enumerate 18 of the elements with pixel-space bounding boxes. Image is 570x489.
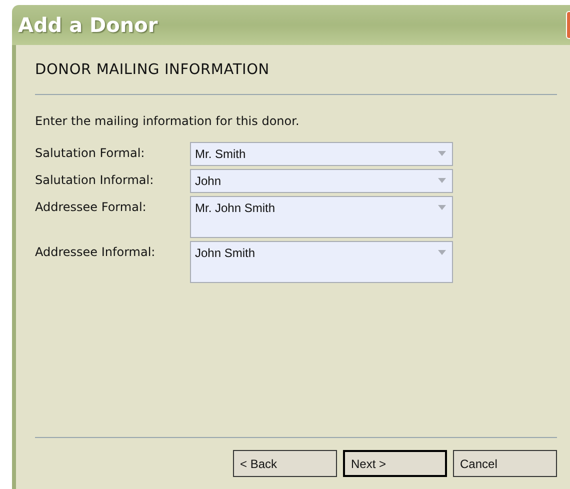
- dialog-button[interactable]: Cancel: [453, 450, 557, 477]
- field-label: Addressee Informal:: [35, 245, 156, 259]
- dropdown-arrow-icon: [438, 250, 446, 255]
- field-label: Salutation Formal:: [35, 146, 146, 160]
- dropdown-arrow-icon: [438, 178, 446, 183]
- section-heading: DONOR MAILING INFORMATION: [35, 61, 270, 78]
- dropdown-arrow-icon: [438, 205, 446, 210]
- combo-field[interactable]: Mr. Smith: [190, 142, 453, 166]
- combo-field[interactable]: John Smith: [190, 241, 453, 283]
- field-label: Salutation Informal:: [35, 173, 155, 187]
- combo-field[interactable]: John: [190, 169, 453, 193]
- dialog-button[interactable]: Next >: [343, 450, 447, 477]
- instructions-text: Enter the mailing information for this donor.: [35, 114, 300, 128]
- dropdown-arrow-icon: [438, 151, 446, 156]
- field-label: Addressee Formal:: [35, 200, 148, 214]
- combo-field[interactable]: Mr. John Smith: [190, 196, 453, 238]
- dialog-button[interactable]: < Back: [233, 450, 337, 477]
- window-title: Add a Donor: [18, 13, 158, 37]
